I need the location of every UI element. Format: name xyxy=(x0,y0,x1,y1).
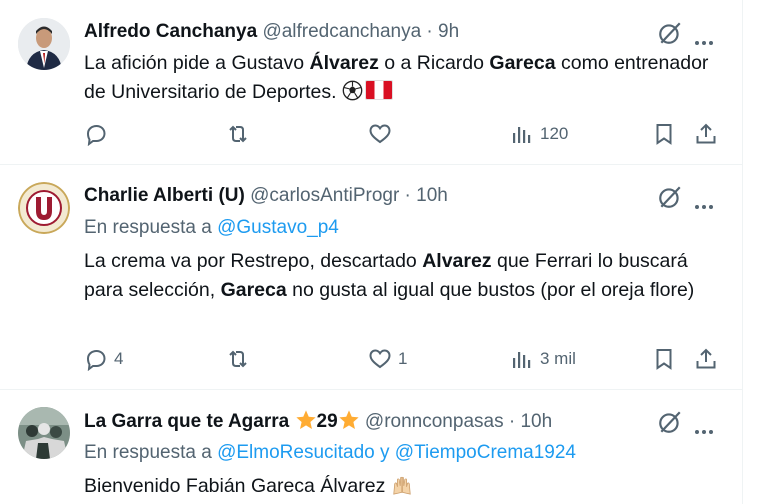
tweet-top-icons xyxy=(657,409,727,437)
reply-count: 4 xyxy=(114,349,124,368)
reply-mention-link[interactable]: @Gustavo_p4 xyxy=(217,217,339,238)
separator-dot: · xyxy=(421,21,439,42)
like-button[interactable] xyxy=(368,120,398,148)
bookmark-button[interactable] xyxy=(652,345,676,373)
raising-hands-icon xyxy=(393,476,411,495)
separator-dot: · xyxy=(503,411,521,432)
peru-flag-icon xyxy=(364,80,393,100)
bookmark-icon xyxy=(656,124,672,145)
soccer-ball-icon xyxy=(342,80,363,101)
timestamp[interactable]: 9h xyxy=(438,21,459,42)
share-button[interactable] xyxy=(694,345,718,373)
grok-icon[interactable] xyxy=(657,409,683,435)
more-options-icon[interactable] xyxy=(695,421,716,439)
views-button[interactable]: 120 xyxy=(510,120,568,148)
tweet-header: Alfredo Canchanya @alfredcanchanya · 9h xyxy=(84,20,459,44)
bookmark-button[interactable] xyxy=(652,120,676,148)
separator-dot: · xyxy=(399,185,417,206)
share-icon xyxy=(696,123,716,144)
like-count: 1 xyxy=(398,349,408,368)
star-icon xyxy=(295,410,316,429)
author-handle[interactable]: @carlosAntiProgr xyxy=(250,185,399,206)
reply-icon xyxy=(86,349,106,371)
star-icon xyxy=(339,410,359,429)
grok-icon[interactable] xyxy=(657,20,683,46)
avatar[interactable] xyxy=(18,18,70,70)
grok-icon[interactable] xyxy=(657,184,683,210)
share-icon xyxy=(696,348,716,369)
repost-button[interactable] xyxy=(226,120,256,148)
tweet-top-icons xyxy=(657,184,727,212)
reply-button[interactable]: 4 xyxy=(84,345,123,373)
repost-button[interactable] xyxy=(226,345,256,373)
tweet-header: La Garra que te Agarra 29 @ronnconpasas … xyxy=(84,409,552,434)
tweet[interactable]: Charlie Alberti (U) @carlosAntiProgr · 1… xyxy=(0,165,742,388)
tweet-text: Bienvenido Fabián Gareca Álvarez xyxy=(84,472,724,501)
reply-icon xyxy=(86,124,106,146)
reply-button[interactable] xyxy=(84,120,114,148)
like-button[interactable]: 1 xyxy=(368,345,407,373)
heart-icon xyxy=(369,349,391,369)
tweet[interactable]: Alfredo Canchanya @alfredcanchanya · 9h … xyxy=(0,0,742,164)
repost-icon xyxy=(229,125,247,143)
author-handle[interactable]: @ronnconpasas xyxy=(365,411,504,432)
tweet[interactable]: La Garra que te Agarra 29 @ronnconpasas … xyxy=(0,390,742,504)
reply-context: En respuesta a @Gustavo_p4 xyxy=(84,217,339,238)
tweet-text: La afición pide a Gustavo Álvarez o a Ri… xyxy=(84,52,709,103)
author-name[interactable]: La Garra que te Agarra 29 xyxy=(84,410,360,432)
timestamp[interactable]: 10h xyxy=(416,185,448,206)
avatar[interactable] xyxy=(18,182,70,234)
share-button[interactable] xyxy=(694,120,718,148)
reply-mention-link[interactable]: @ElmoResucitado y @TiempoCrema1924 xyxy=(217,442,576,463)
reply-context: En respuesta a @ElmoResucitado y @Tiempo… xyxy=(84,442,576,463)
more-options-icon[interactable] xyxy=(695,196,716,214)
views-button[interactable]: 3 mil xyxy=(510,345,576,373)
more-options-icon[interactable] xyxy=(695,32,716,50)
author-handle[interactable]: @alfredcanchanya xyxy=(262,21,421,42)
author-name[interactable]: Charlie Alberti (U) xyxy=(84,185,245,206)
repost-icon xyxy=(229,350,247,368)
tweet-actions: 120 xyxy=(0,120,742,148)
views-icon xyxy=(513,127,531,143)
heart-icon xyxy=(369,124,391,144)
column-border xyxy=(742,0,743,504)
views-icon xyxy=(513,352,531,368)
tweet-actions: 4 1 3 mil xyxy=(0,345,742,373)
author-name[interactable]: Alfredo Canchanya xyxy=(84,21,257,42)
tweet-header: Charlie Alberti (U) @carlosAntiProgr · 1… xyxy=(84,184,448,208)
avatar[interactable] xyxy=(18,407,70,459)
tweet-top-icons xyxy=(657,20,727,48)
bookmark-icon xyxy=(656,349,672,370)
view-count: 3 mil xyxy=(540,349,576,368)
tweet-text: La crema va por Restrepo, descartado Alv… xyxy=(84,250,695,301)
timestamp[interactable]: 10h xyxy=(520,411,552,432)
